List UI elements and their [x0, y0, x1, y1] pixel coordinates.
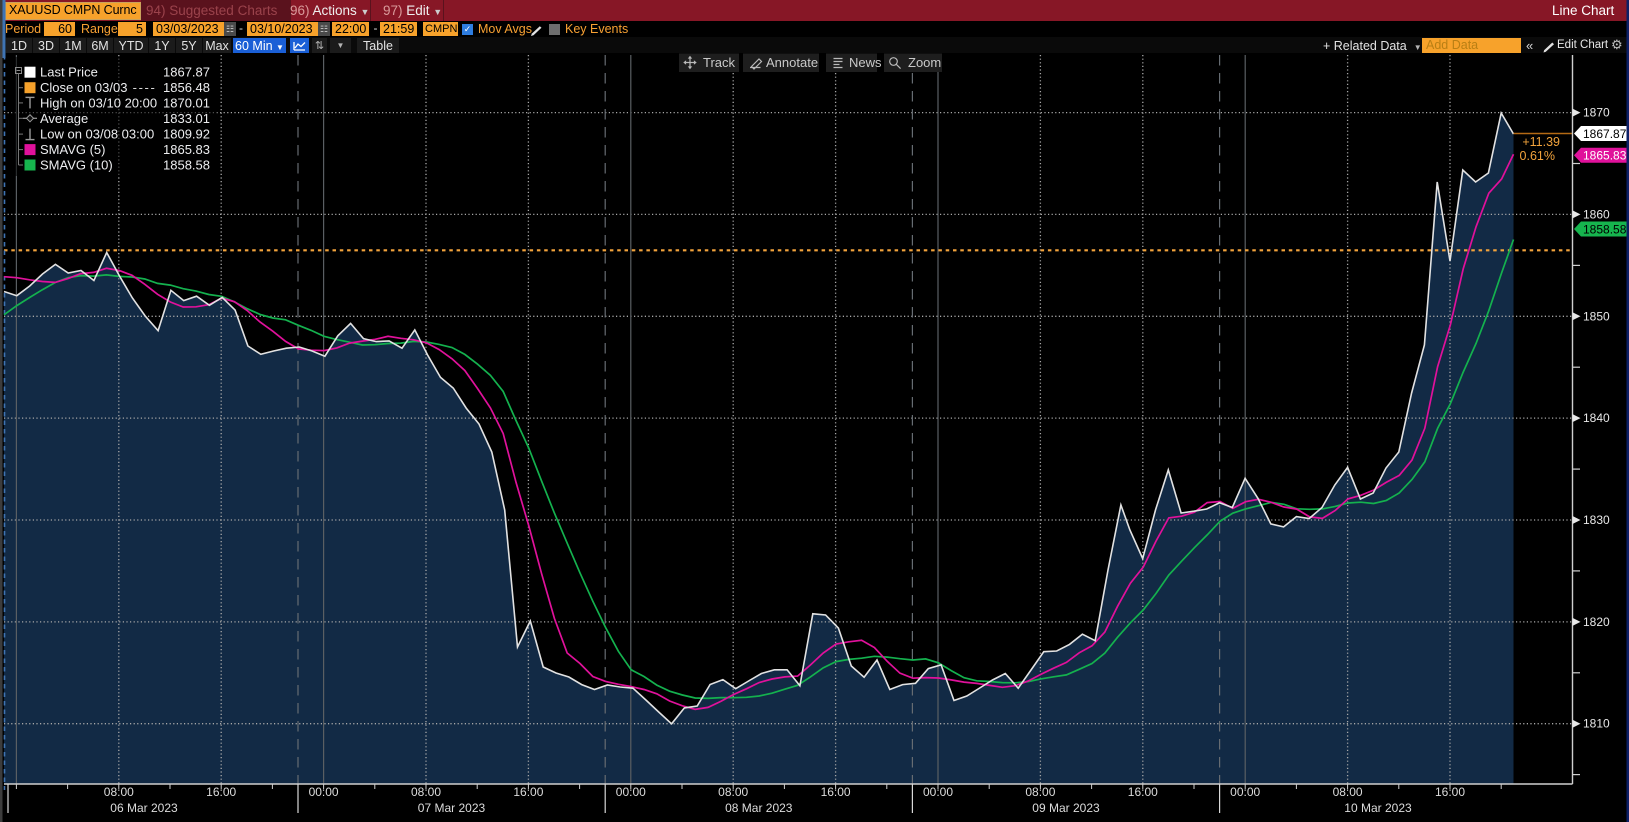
svg-text:16:00: 16:00	[206, 785, 236, 799]
svg-text:SMAVG (10): SMAVG (10)	[40, 158, 113, 173]
svg-text:08:00: 08:00	[411, 785, 441, 799]
svg-text:08:00: 08:00	[1333, 785, 1363, 799]
svg-text:1820: 1820	[1583, 615, 1610, 629]
svg-text:1865.83: 1865.83	[1583, 149, 1627, 163]
svg-text:1865.83: 1865.83	[163, 142, 210, 157]
svg-text:08:00: 08:00	[718, 785, 748, 799]
svg-text:1858.58: 1858.58	[1583, 223, 1627, 237]
svg-text:1810: 1810	[1583, 717, 1610, 731]
svg-text:00:00: 00:00	[616, 785, 646, 799]
svg-text:High on 03/10 20:00: High on 03/10 20:00	[40, 95, 157, 110]
svg-text:09 Mar 2023: 09 Mar 2023	[1032, 801, 1100, 815]
svg-text:News: News	[849, 55, 882, 70]
svg-text:Zoom: Zoom	[908, 55, 941, 70]
svg-text:Low on 03/08 03:00: Low on 03/08 03:00	[40, 127, 154, 142]
svg-text:08:00: 08:00	[1025, 785, 1055, 799]
svg-text:1860: 1860	[1583, 207, 1610, 221]
svg-text:1867.87: 1867.87	[163, 65, 210, 80]
svg-text:1858.58: 1858.58	[163, 158, 210, 173]
svg-text:1850: 1850	[1583, 309, 1610, 323]
svg-text:08 Mar 2023: 08 Mar 2023	[725, 801, 793, 815]
svg-text:07 Mar 2023: 07 Mar 2023	[418, 801, 486, 815]
svg-text:1809.92: 1809.92	[163, 127, 210, 142]
svg-text:+11.39: +11.39	[1522, 135, 1560, 149]
svg-text:00:00: 00:00	[1230, 785, 1260, 799]
svg-text:Annotate: Annotate	[766, 55, 818, 70]
svg-text:1840: 1840	[1583, 411, 1610, 425]
svg-text:1856.48: 1856.48	[163, 80, 210, 95]
svg-text:Last Price: Last Price	[40, 65, 98, 80]
svg-text:16:00: 16:00	[513, 785, 543, 799]
svg-text:10 Mar 2023: 10 Mar 2023	[1344, 801, 1412, 815]
svg-text:Track: Track	[703, 55, 736, 70]
svg-text:SMAVG (5): SMAVG (5)	[40, 142, 106, 157]
svg-text:00:00: 00:00	[309, 785, 339, 799]
svg-text:Close on 03/03 ----: Close on 03/03 ----	[40, 80, 156, 95]
svg-text:06 Mar 2023: 06 Mar 2023	[110, 801, 178, 815]
svg-text:Average: Average	[40, 111, 88, 126]
svg-text:0.61%: 0.61%	[1520, 149, 1555, 163]
svg-text:1833.01: 1833.01	[163, 111, 210, 126]
svg-text:16:00: 16:00	[1435, 785, 1465, 799]
svg-text:16:00: 16:00	[1128, 785, 1158, 799]
svg-text:08:00: 08:00	[104, 785, 134, 799]
svg-text:1870.01: 1870.01	[163, 95, 210, 110]
svg-text:1830: 1830	[1583, 513, 1610, 527]
svg-text:1867.87: 1867.87	[1583, 127, 1627, 141]
svg-text:1870: 1870	[1583, 106, 1610, 120]
svg-text:16:00: 16:00	[821, 785, 851, 799]
svg-text:00:00: 00:00	[923, 785, 953, 799]
